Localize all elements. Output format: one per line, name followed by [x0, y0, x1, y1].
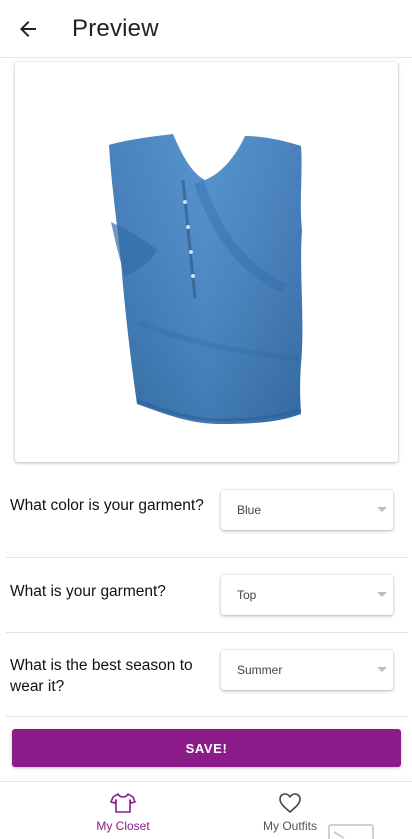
- dropdown-caret-icon: [377, 592, 387, 597]
- season-question-label: What is the best season to wear it?: [10, 657, 193, 695]
- season-select[interactable]: Summer: [221, 650, 393, 690]
- garment-image: [109, 134, 303, 424]
- page-title: Preview: [72, 14, 159, 42]
- garment-type-question-label: What is your garment?: [10, 583, 166, 600]
- season-select-value: Summer: [237, 663, 283, 677]
- color-select[interactable]: Blue: [221, 490, 393, 530]
- app-bar: Preview: [0, 0, 412, 58]
- back-button[interactable]: [0, 0, 56, 58]
- screen-cast-icon[interactable]: [328, 824, 374, 839]
- save-button[interactable]: SAVE!: [12, 729, 401, 767]
- garment-type-select-value: Top: [237, 588, 257, 602]
- heart-icon: [279, 793, 301, 813]
- divider: [6, 716, 408, 717]
- shirt-icon: [110, 793, 136, 813]
- divider: [6, 557, 408, 558]
- dropdown-caret-icon: [377, 667, 387, 672]
- arrow-left-icon: [20, 20, 36, 37]
- divider: [6, 632, 408, 633]
- garment-type-select[interactable]: Top: [221, 575, 393, 615]
- color-question-label: What color is your garment?: [10, 497, 204, 514]
- dropdown-caret-icon: [377, 507, 387, 512]
- color-select-value: Blue: [237, 503, 262, 517]
- garment-image-card: [15, 62, 398, 462]
